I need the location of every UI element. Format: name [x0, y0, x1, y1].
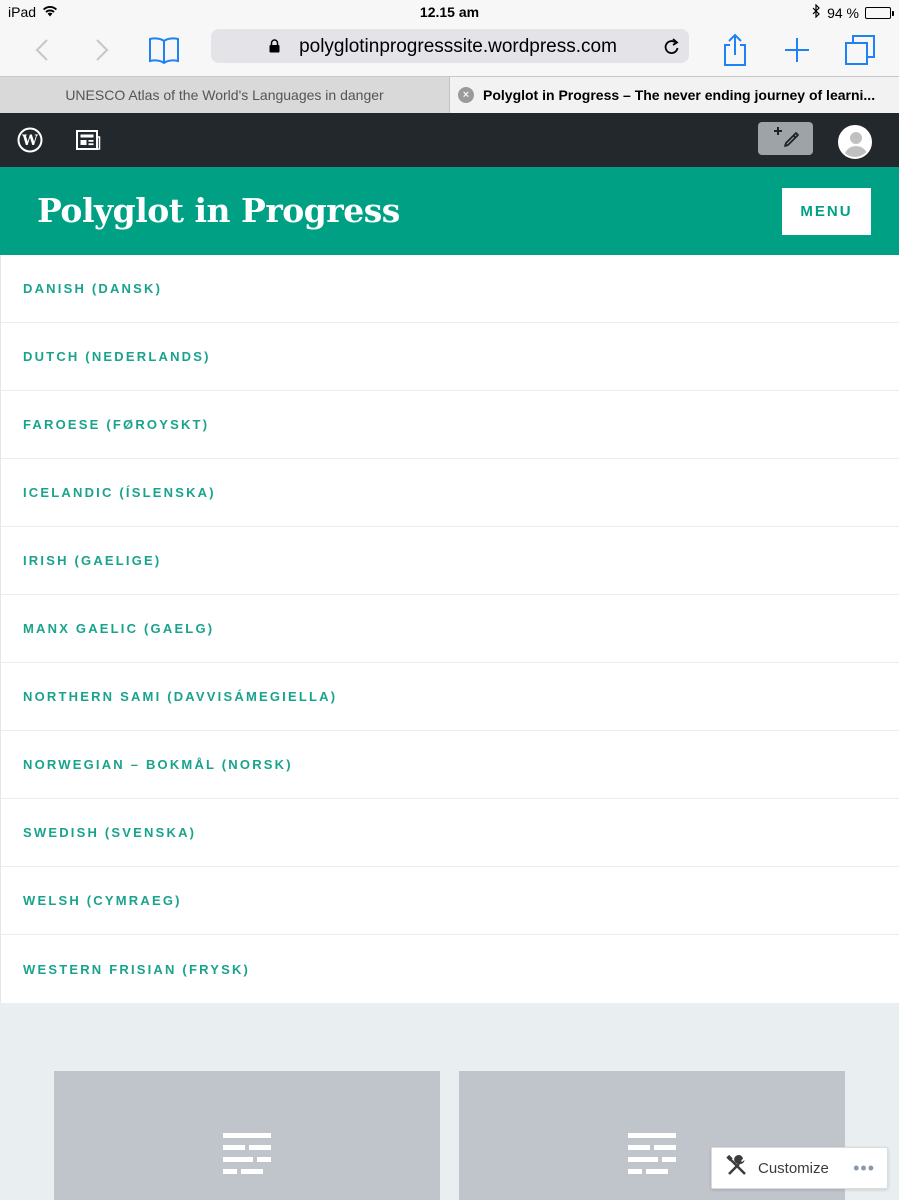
post-card[interactable]: [54, 1071, 440, 1200]
menu-item-norwegian[interactable]: NORWEGIAN – BOKMÅL (NORSK): [1, 731, 899, 799]
customize-button[interactable]: Customize •••: [711, 1147, 888, 1189]
tab-polyglot[interactable]: × Polyglot in Progress – The never endin…: [450, 77, 899, 113]
write-post-button[interactable]: [758, 122, 813, 155]
back-icon[interactable]: [22, 30, 62, 70]
tab-strip: UNESCO Atlas of the World's Languages in…: [0, 76, 899, 113]
battery-percent: 94 %: [827, 4, 859, 21]
reload-icon[interactable]: [663, 36, 681, 61]
share-icon[interactable]: [715, 30, 755, 70]
new-tab-icon[interactable]: [777, 30, 817, 70]
site-title[interactable]: Polyglot in Progress: [37, 191, 400, 230]
write-post-icon: [771, 125, 801, 152]
reader-icon[interactable]: [75, 129, 101, 156]
menu-item-irish[interactable]: IRISH (GAELIGE): [1, 527, 899, 595]
svg-text:W: W: [21, 133, 38, 149]
clock: 12.15 am: [419, 4, 480, 20]
battery-icon: [865, 6, 894, 19]
user-avatar-icon[interactable]: [838, 125, 872, 159]
menu-item-icelandic[interactable]: ICELANDIC (ÍSLENSKA): [1, 459, 899, 527]
forward-icon[interactable]: [82, 30, 122, 70]
menu-item-manx-gaelic[interactable]: MANX GAELIC (GAELG): [1, 595, 899, 663]
browser-toolbar: polyglotinprogresssite.wordpress.com: [0, 24, 899, 76]
menu-item-swedish[interactable]: SWEDISH (SVENSKA): [1, 799, 899, 867]
tab-label: Polyglot in Progress – The never ending …: [483, 87, 876, 103]
tools-icon: [726, 1154, 748, 1181]
menu-item-danish[interactable]: DANISH (DANSK): [1, 255, 899, 323]
menu-item-faroese[interactable]: FAROESE (FØROYSKT): [1, 391, 899, 459]
status-bar: iPad 12.15 am 94 %: [0, 0, 899, 24]
url-text[interactable]: polyglotinprogresssite.wordpress.com: [211, 36, 689, 58]
post-format-icon: [628, 1133, 676, 1180]
more-options-icon[interactable]: •••: [853, 1158, 875, 1179]
wordpress-logo-icon[interactable]: W: [17, 127, 43, 158]
site-header: Polyglot in Progress MENU: [0, 167, 899, 255]
menu-item-western-frisian[interactable]: WESTERN FRISIAN (FRYSK): [1, 935, 899, 1003]
close-tab-icon[interactable]: ×: [458, 87, 474, 103]
menu-item-northern-sami[interactable]: NORTHERN SAMI (DAVVISÁMEGIELLA): [1, 663, 899, 731]
tabs-icon[interactable]: [840, 30, 880, 70]
menu-button[interactable]: MENU: [782, 188, 871, 235]
bluetooth-icon: [812, 3, 821, 21]
address-bar[interactable]: polyglotinprogresssite.wordpress.com: [211, 29, 689, 63]
tab-unesco[interactable]: UNESCO Atlas of the World's Languages in…: [0, 77, 450, 113]
tab-label: UNESCO Atlas of the World's Languages in…: [65, 87, 384, 103]
menu-item-dutch[interactable]: DUTCH (NEDERLANDS): [1, 323, 899, 391]
customize-label: Customize: [758, 1159, 829, 1177]
bookmarks-icon[interactable]: [144, 30, 184, 70]
post-format-icon: [223, 1133, 271, 1180]
wp-admin-bar: W: [0, 113, 899, 167]
menu-item-welsh[interactable]: WELSH (CYMRAEG): [1, 867, 899, 935]
language-menu: DANISH (DANSK) DUTCH (NEDERLANDS) FAROES…: [0, 255, 899, 1004]
